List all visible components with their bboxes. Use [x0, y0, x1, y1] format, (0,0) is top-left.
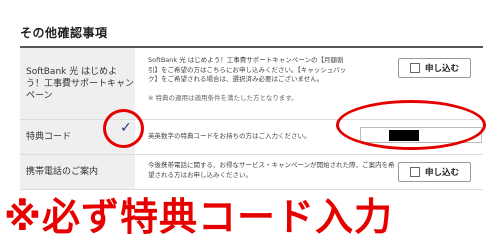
- promo-code-description: 英英数字の特典コードをお持ちの方はご入力ください。: [148, 132, 311, 140]
- mobile-info-label: 携帯電話のご案内: [20, 155, 135, 189]
- campaign-apply-button[interactable]: 申し込む: [398, 58, 471, 78]
- campaign-description: SoftBank 光 はじめよう！工事費サポートキャンペーンの【月額割引】をご希…: [148, 56, 347, 83]
- checkbox-icon: [409, 167, 420, 177]
- mobile-info-row: 携帯電話のご案内 今後携帯電話に関する、お得なサービス・キャンペーンが開始された…: [20, 155, 483, 190]
- section-header: その他確認事項: [20, 18, 483, 48]
- checkmark-icon: ✓: [120, 120, 132, 136]
- campaign-label: SoftBank 光 はじめよう！工事費サポートキャンペーン: [20, 48, 135, 119]
- campaign-note: ※ 特典の適用は適用条件を満たした方となります。: [148, 94, 298, 102]
- section-title: その他確認事項: [20, 25, 108, 40]
- red-oval-annotation: [336, 100, 486, 150]
- promo-code-reminder: ※必ず特典コード入力: [4, 195, 393, 239]
- mobile-info-apply-label: 申し込む: [424, 168, 459, 178]
- mobile-info-apply-button[interactable]: 申し込む: [398, 162, 471, 182]
- mobile-info-description: 今後携帯電話に関する、お得なサービス・キャンペーンが開始された際、ご案内を希望さ…: [148, 161, 395, 179]
- checkbox-icon: [409, 63, 420, 73]
- campaign-apply-label: 申し込む: [424, 64, 459, 74]
